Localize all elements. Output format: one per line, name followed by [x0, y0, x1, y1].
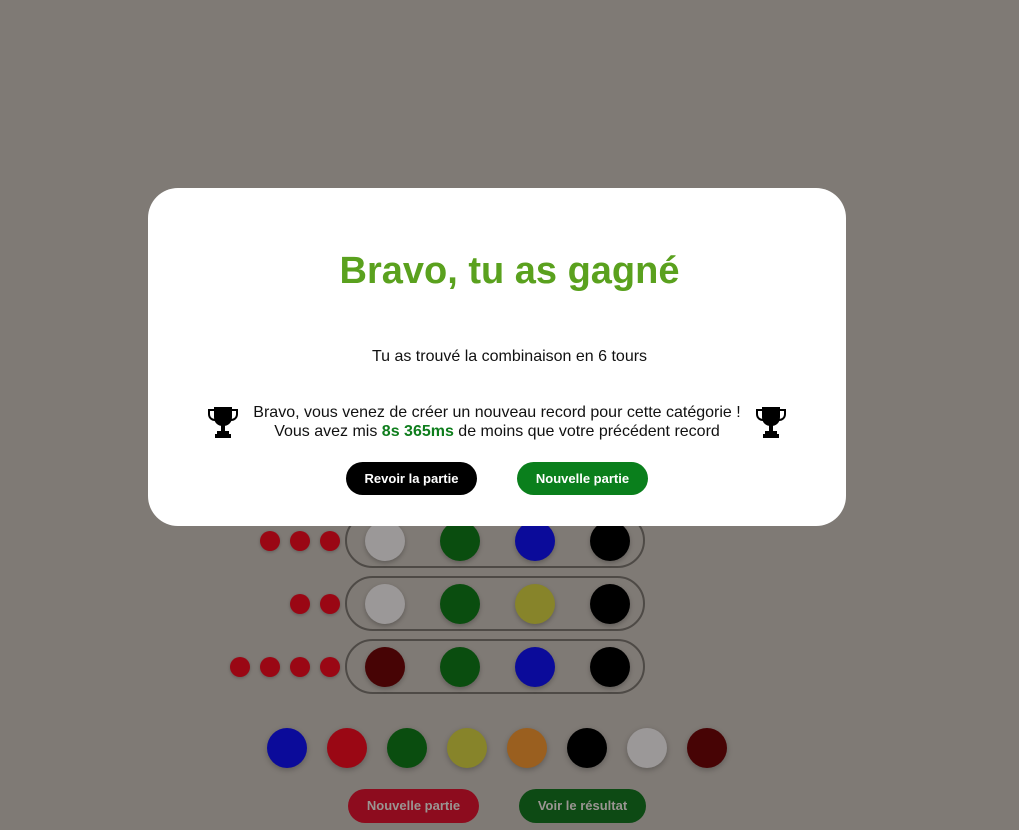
hint-peg-red [230, 657, 250, 677]
peg-green [440, 584, 480, 624]
palette-color-blue[interactable] [267, 728, 307, 768]
new-game-button[interactable]: Nouvelle partie [517, 462, 648, 495]
record-suffix: de moins que votre précédent record [453, 423, 720, 440]
peg-silver [365, 521, 405, 561]
record-line-1: Bravo, vous venez de créer un nouveau re… [253, 404, 741, 421]
replay-button[interactable]: Revoir la partie [346, 462, 477, 495]
peg-blue [515, 521, 555, 561]
hint-peg-red [290, 531, 310, 551]
peg-blue [515, 647, 555, 687]
peg-green [440, 647, 480, 687]
palette-color-orange[interactable] [507, 728, 547, 768]
modal-title: Bravo, tu as gagné [339, 250, 680, 292]
peg-green [440, 521, 480, 561]
hint-peg-red [320, 657, 340, 677]
palette-color-green[interactable] [387, 728, 427, 768]
peg-black [590, 584, 630, 624]
peg-silver [365, 584, 405, 624]
hint-peg-red [320, 531, 340, 551]
hint-peg-red [320, 594, 340, 614]
palette-color-red[interactable] [327, 728, 367, 768]
peg-maroon [365, 647, 405, 687]
peg-black [590, 647, 630, 687]
new-game-button-bg[interactable]: Nouvelle partie [348, 789, 479, 823]
palette-color-silver[interactable] [627, 728, 667, 768]
peg-yellow [515, 584, 555, 624]
hint-peg-red [260, 531, 280, 551]
peg-black [590, 521, 630, 561]
palette-color-yellow[interactable] [447, 728, 487, 768]
record-prefix: Vous avez mis [274, 423, 382, 440]
show-result-button[interactable]: Voir le résultat [519, 789, 646, 823]
palette-color-maroon[interactable] [687, 728, 727, 768]
hint-peg-red [260, 657, 280, 677]
record-time: 8s 365ms [381, 423, 454, 440]
record-message: Bravo, vous venez de créer un nouveau re… [200, 403, 794, 441]
turns-message: Tu as trouvé la combinaison en 6 tours [371, 348, 648, 365]
palette-color-black[interactable] [567, 728, 607, 768]
hint-peg-red [290, 657, 310, 677]
record-line-2: Vous avez mis 8s 365ms de moins que votr… [200, 422, 794, 441]
hint-peg-red [290, 594, 310, 614]
